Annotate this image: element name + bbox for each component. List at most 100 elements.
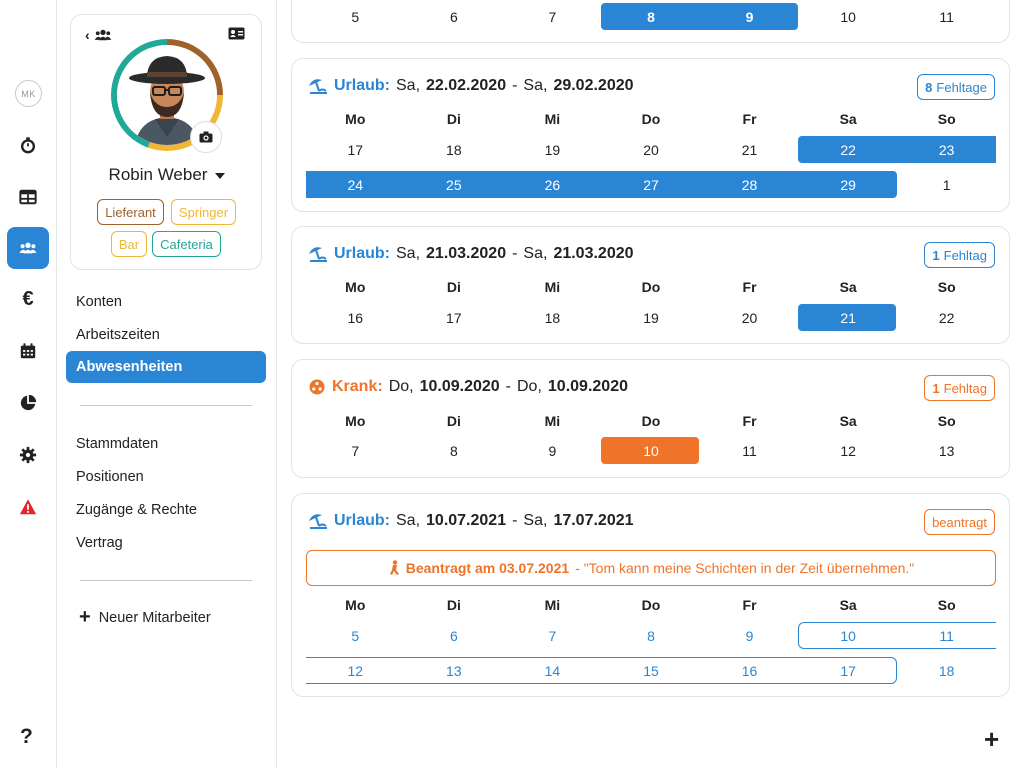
day-cell: 8 (647, 627, 655, 644)
person-kneeling-icon (389, 560, 399, 575)
calendar-icon[interactable] (7, 330, 49, 372)
weekday-label: Do (641, 278, 661, 295)
day-cell: 18 (446, 141, 462, 158)
beach-umbrella-icon (309, 514, 327, 529)
nav-konten[interactable]: Konten (66, 286, 266, 318)
weekday-label: So (937, 412, 956, 429)
day-cell: 5 (351, 627, 360, 644)
weekday-label: Di (446, 596, 461, 613)
caret-down-icon (215, 172, 226, 179)
weekday-label: Fr (742, 110, 757, 127)
plus-icon: + (79, 606, 91, 628)
day-cell: 16 (741, 662, 758, 679)
to-date: 10.09.2020 (547, 378, 628, 395)
warning-icon[interactable] (7, 486, 49, 528)
day-cell: 6 (449, 8, 458, 25)
user-avatar[interactable]: MK (15, 80, 42, 107)
absence-header: Urlaub: Sa, 10.07.2021 - Sa, 17.07.2021 (308, 512, 634, 530)
week-row: 17 18 19 20 21 22 23 (306, 136, 996, 163)
new-employee-button[interactable]: + Neuer Mitarbeiter (79, 606, 211, 629)
badge-label: Fehltag (943, 247, 987, 263)
nav-zugaenge-rechte[interactable]: Zugänge & Rechte (66, 494, 266, 526)
tag-bar[interactable]: Bar (111, 231, 147, 257)
calendar-week: 5 6 7 8 9 10 11 (306, 3, 996, 30)
range-separator: - (512, 245, 518, 262)
nav-vertrag[interactable]: Vertrag (66, 527, 266, 559)
week-row: 24 25 26 27 28 29 1 (306, 171, 996, 198)
euro-icon[interactable]: € (7, 278, 49, 320)
day-cell: 13 (938, 442, 955, 459)
day-cell: 9 (548, 442, 557, 459)
nav-divider (80, 580, 252, 581)
weekday-label: Sa (839, 412, 857, 429)
from-weekday: Do, (388, 378, 414, 395)
virus-icon (309, 379, 325, 395)
nav-abwesenheiten[interactable]: Abwesenheiten (66, 351, 266, 383)
day-cell: 21 (840, 309, 856, 326)
day-cell: 7 (548, 8, 557, 25)
tag-springer[interactable]: Springer (171, 199, 236, 225)
weekday-label: Di (446, 412, 461, 429)
absence-card[interactable]: Urlaub: Sa, 22.02.2020 - Sa, 29.02.2020 … (291, 58, 1010, 212)
nav-arbeitszeiten[interactable]: Arbeitszeiten (66, 319, 266, 351)
icon-rail: MK € ? (0, 0, 57, 768)
nav-stammdaten[interactable]: Stammdaten (66, 428, 266, 460)
range-separator: - (512, 512, 518, 529)
day-cell: 22 (938, 309, 955, 326)
users-icon[interactable] (7, 227, 49, 269)
add-absence-button[interactable]: + (984, 724, 999, 755)
profile-name-dropdown[interactable]: Robin Weber (71, 165, 263, 185)
help-icon[interactable]: ? (20, 725, 33, 749)
day-cell: 7 (351, 442, 360, 459)
absence-card-partial: 5 6 7 8 9 10 11 (291, 0, 1010, 43)
pie-chart-icon[interactable] (7, 382, 49, 424)
from-date: 10.09.2020 (419, 378, 500, 395)
day-cell: 11 (742, 442, 757, 459)
to-weekday: Sa, (523, 512, 548, 529)
weekday-label: Mi (544, 278, 561, 295)
nav-positionen[interactable]: Positionen (66, 461, 266, 493)
id-card-icon[interactable] (228, 27, 245, 45)
back-to-team-button[interactable]: ‹ (85, 27, 112, 43)
stopwatch-icon[interactable] (7, 124, 49, 166)
gear-icon[interactable] (7, 434, 49, 476)
day-cell: 14 (544, 662, 561, 679)
day-cell: 24 (347, 176, 364, 193)
chevron-left-icon: ‹ (85, 27, 90, 43)
from-date: 21.03.2020 (426, 245, 507, 262)
tag-lieferant[interactable]: Lieferant (97, 199, 164, 225)
week-row: 7 8 9 10 11 12 13 (306, 437, 996, 464)
calendar: Mo Di Mi Do Fr Sa So 17 18 19 20 21 22 2… (306, 105, 996, 198)
weekday-label: Do (641, 110, 661, 127)
day-cell: 20 (741, 309, 758, 326)
day-cell: 10 (840, 627, 856, 644)
absence-card[interactable]: Urlaub: Sa, 10.07.2021 - Sa, 17.07.2021 … (291, 493, 1010, 697)
calendar: Mo Di Mi Do Fr Sa So 5 6 7 8 9 10 11 12 … (306, 591, 996, 684)
absence-header: Urlaub: Sa, 22.02.2020 - Sa, 29.02.2020 (308, 77, 634, 95)
weekday-header: Mo Di Mi Do Fr Sa So (306, 591, 996, 618)
day-cell: 19 (544, 141, 561, 158)
weekday-label: Mo (345, 412, 366, 429)
request-note: Beantragt am 03.07.2021 - "Tom kann mein… (306, 550, 996, 586)
day-cell: 6 (449, 627, 458, 644)
absence-card[interactable]: Urlaub: Sa, 21.03.2020 - Sa, 21.03.2020 … (291, 226, 1010, 344)
weekday-label: Mi (544, 412, 561, 429)
day-cell: 11 (939, 627, 954, 644)
day-cell: 21 (741, 141, 758, 158)
employee-sidebar: ‹ Robin Weber Lieferant Springer Bar Caf… (57, 0, 277, 768)
weekday-label: Mi (544, 596, 561, 613)
status-badge: beantragt (924, 509, 995, 535)
to-date: 17.07.2021 (553, 512, 634, 529)
absence-header: Krank: Do, 10.09.2020 - Do, 10.09.2020 (308, 378, 628, 396)
tag-cafeteria[interactable]: Cafeteria (152, 231, 221, 257)
camera-icon[interactable] (190, 121, 222, 153)
table-icon[interactable] (7, 176, 49, 218)
day-cell: 27 (643, 176, 659, 193)
day-cell: 11 (939, 8, 954, 25)
day-cell: 12 (347, 662, 364, 679)
day-cell: 18 (544, 309, 561, 326)
absence-card[interactable]: Krank: Do, 10.09.2020 - Do, 10.09.2020 1… (291, 359, 1010, 478)
weekday-label: Sa (839, 278, 857, 295)
to-weekday: Do, (517, 378, 542, 395)
day-cell: 18 (938, 662, 955, 679)
